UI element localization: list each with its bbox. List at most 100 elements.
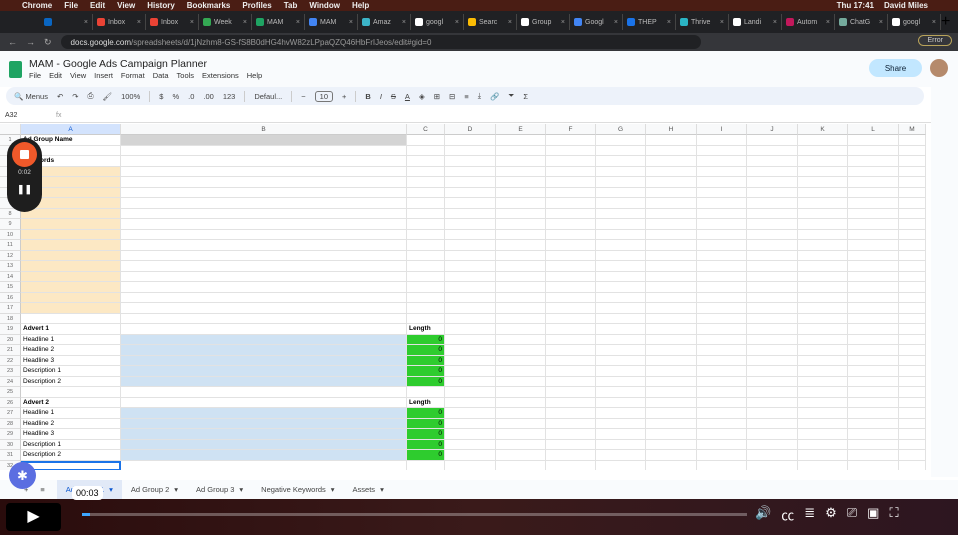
cell-L11[interactable] — [848, 240, 899, 251]
cell-J17[interactable] — [747, 303, 798, 314]
cell-I5[interactable] — [697, 177, 747, 188]
cell-H3[interactable] — [646, 156, 697, 167]
cell-E32[interactable] — [496, 460, 546, 470]
cell-L19[interactable] — [848, 324, 899, 335]
cell-L17[interactable] — [848, 303, 899, 314]
cell-M24[interactable] — [899, 376, 926, 387]
cell-I25[interactable] — [697, 387, 747, 398]
cell-F21[interactable] — [546, 345, 596, 356]
column-header-K[interactable]: K — [798, 124, 848, 135]
row-header[interactable]: 26 — [0, 397, 21, 408]
cell-E4[interactable] — [496, 166, 546, 177]
close-tab-icon[interactable]: × — [349, 19, 353, 26]
cell-J12[interactable] — [747, 250, 798, 261]
align-icon[interactable]: ≡ — [464, 92, 468, 101]
cell-J26[interactable] — [747, 397, 798, 408]
cell-E30[interactable] — [496, 439, 546, 450]
cell-K15[interactable] — [798, 282, 848, 293]
doc-title[interactable]: MAM - Google Ads Campaign Planner — [29, 58, 207, 70]
profile-error-button[interactable]: Error — [918, 35, 952, 46]
cell-F2[interactable] — [546, 145, 596, 156]
row-header[interactable]: 22 — [0, 355, 21, 366]
sheet-tab[interactable]: Ad Group 2 ▾ — [122, 480, 187, 499]
cell-L18[interactable] — [848, 313, 899, 324]
column-header-D[interactable]: D — [445, 124, 496, 135]
cell-D21[interactable] — [445, 345, 496, 356]
cell-H22[interactable] — [646, 355, 697, 366]
redo-icon[interactable]: ↷ — [72, 92, 78, 101]
row-header[interactable]: 25 — [0, 387, 21, 398]
cell-M14[interactable] — [899, 271, 926, 282]
cell-F27[interactable] — [546, 408, 596, 419]
cell-J14[interactable] — [747, 271, 798, 282]
cell-I30[interactable] — [697, 439, 747, 450]
cell-K6[interactable] — [798, 187, 848, 198]
cell-D25[interactable] — [445, 387, 496, 398]
cell-H1[interactable] — [646, 135, 697, 146]
cell-H13[interactable] — [646, 261, 697, 272]
column-header-I[interactable]: I — [697, 124, 747, 135]
row-header[interactable]: 20 — [0, 334, 21, 345]
cell-H23[interactable] — [646, 366, 697, 377]
cell-M23[interactable] — [899, 366, 926, 377]
cell-I1[interactable] — [697, 135, 747, 146]
row-header[interactable]: 11 — [0, 240, 21, 251]
cell-I28[interactable] — [697, 418, 747, 429]
cell-E28[interactable] — [496, 418, 546, 429]
cell-C31[interactable]: 0 — [407, 450, 445, 461]
cell-E6[interactable] — [496, 187, 546, 198]
cell-C6[interactable] — [407, 187, 445, 198]
cell-I2[interactable] — [697, 145, 747, 156]
cell-I32[interactable] — [697, 460, 747, 470]
close-tab-icon[interactable]: × — [296, 19, 300, 26]
cell-F25[interactable] — [546, 387, 596, 398]
cell-K8[interactable] — [798, 208, 848, 219]
doc-menu-item[interactable]: Insert — [94, 71, 113, 80]
cell-A17[interactable] — [21, 303, 121, 314]
decrease-decimal-button[interactable]: .0 — [188, 92, 194, 101]
cell-L1[interactable] — [848, 135, 899, 146]
cell-K23[interactable] — [798, 366, 848, 377]
cell-F13[interactable] — [546, 261, 596, 272]
cell-B24[interactable] — [121, 376, 407, 387]
column-header-B[interactable]: B — [121, 124, 407, 135]
browser-tab[interactable]: Week × — [199, 14, 252, 30]
cell-B5[interactable] — [121, 177, 407, 188]
cell-F1[interactable] — [546, 135, 596, 146]
cell-L10[interactable] — [848, 229, 899, 240]
cell-G27[interactable] — [596, 408, 646, 419]
cell-G8[interactable] — [596, 208, 646, 219]
spreadsheet-grid[interactable]: ABCDEFGHIJKLM1Ad Group Name23Keywords456… — [0, 124, 926, 470]
doc-menu-item[interactable]: Data — [153, 71, 169, 80]
row-header[interactable]: 10 — [0, 229, 21, 240]
extension-fab-icon[interactable]: ✱ — [9, 462, 36, 489]
cell-C20[interactable]: 0 — [407, 334, 445, 345]
cell-B7[interactable] — [121, 198, 407, 209]
cell-C32[interactable] — [407, 460, 445, 470]
chevron-down-icon[interactable]: ▾ — [109, 485, 113, 494]
cell-B6[interactable] — [121, 187, 407, 198]
cell-A29[interactable]: Headline 3 — [21, 429, 121, 440]
cell-F16[interactable] — [546, 292, 596, 303]
cell-B10[interactable] — [121, 229, 407, 240]
cell-I24[interactable] — [697, 376, 747, 387]
cell-D31[interactable] — [445, 450, 496, 461]
stop-recording-icon[interactable] — [12, 142, 37, 167]
cell-B22[interactable] — [121, 355, 407, 366]
cell-D18[interactable] — [445, 313, 496, 324]
paint-format-icon[interactable]: 🖌 — [103, 92, 113, 101]
cell-H25[interactable] — [646, 387, 697, 398]
cell-D3[interactable] — [445, 156, 496, 167]
cell-M4[interactable] — [899, 166, 926, 177]
cell-F3[interactable] — [546, 156, 596, 167]
cell-F11[interactable] — [546, 240, 596, 251]
cell-H18[interactable] — [646, 313, 697, 324]
cell-D14[interactable] — [445, 271, 496, 282]
browser-tab[interactable]: Inbox × — [146, 14, 199, 30]
cell-I9[interactable] — [697, 219, 747, 230]
cell-K21[interactable] — [798, 345, 848, 356]
cell-M5[interactable] — [899, 177, 926, 188]
cell-J30[interactable] — [747, 439, 798, 450]
cell-I20[interactable] — [697, 334, 747, 345]
search-menus[interactable]: 🔍 Menus — [14, 92, 48, 101]
